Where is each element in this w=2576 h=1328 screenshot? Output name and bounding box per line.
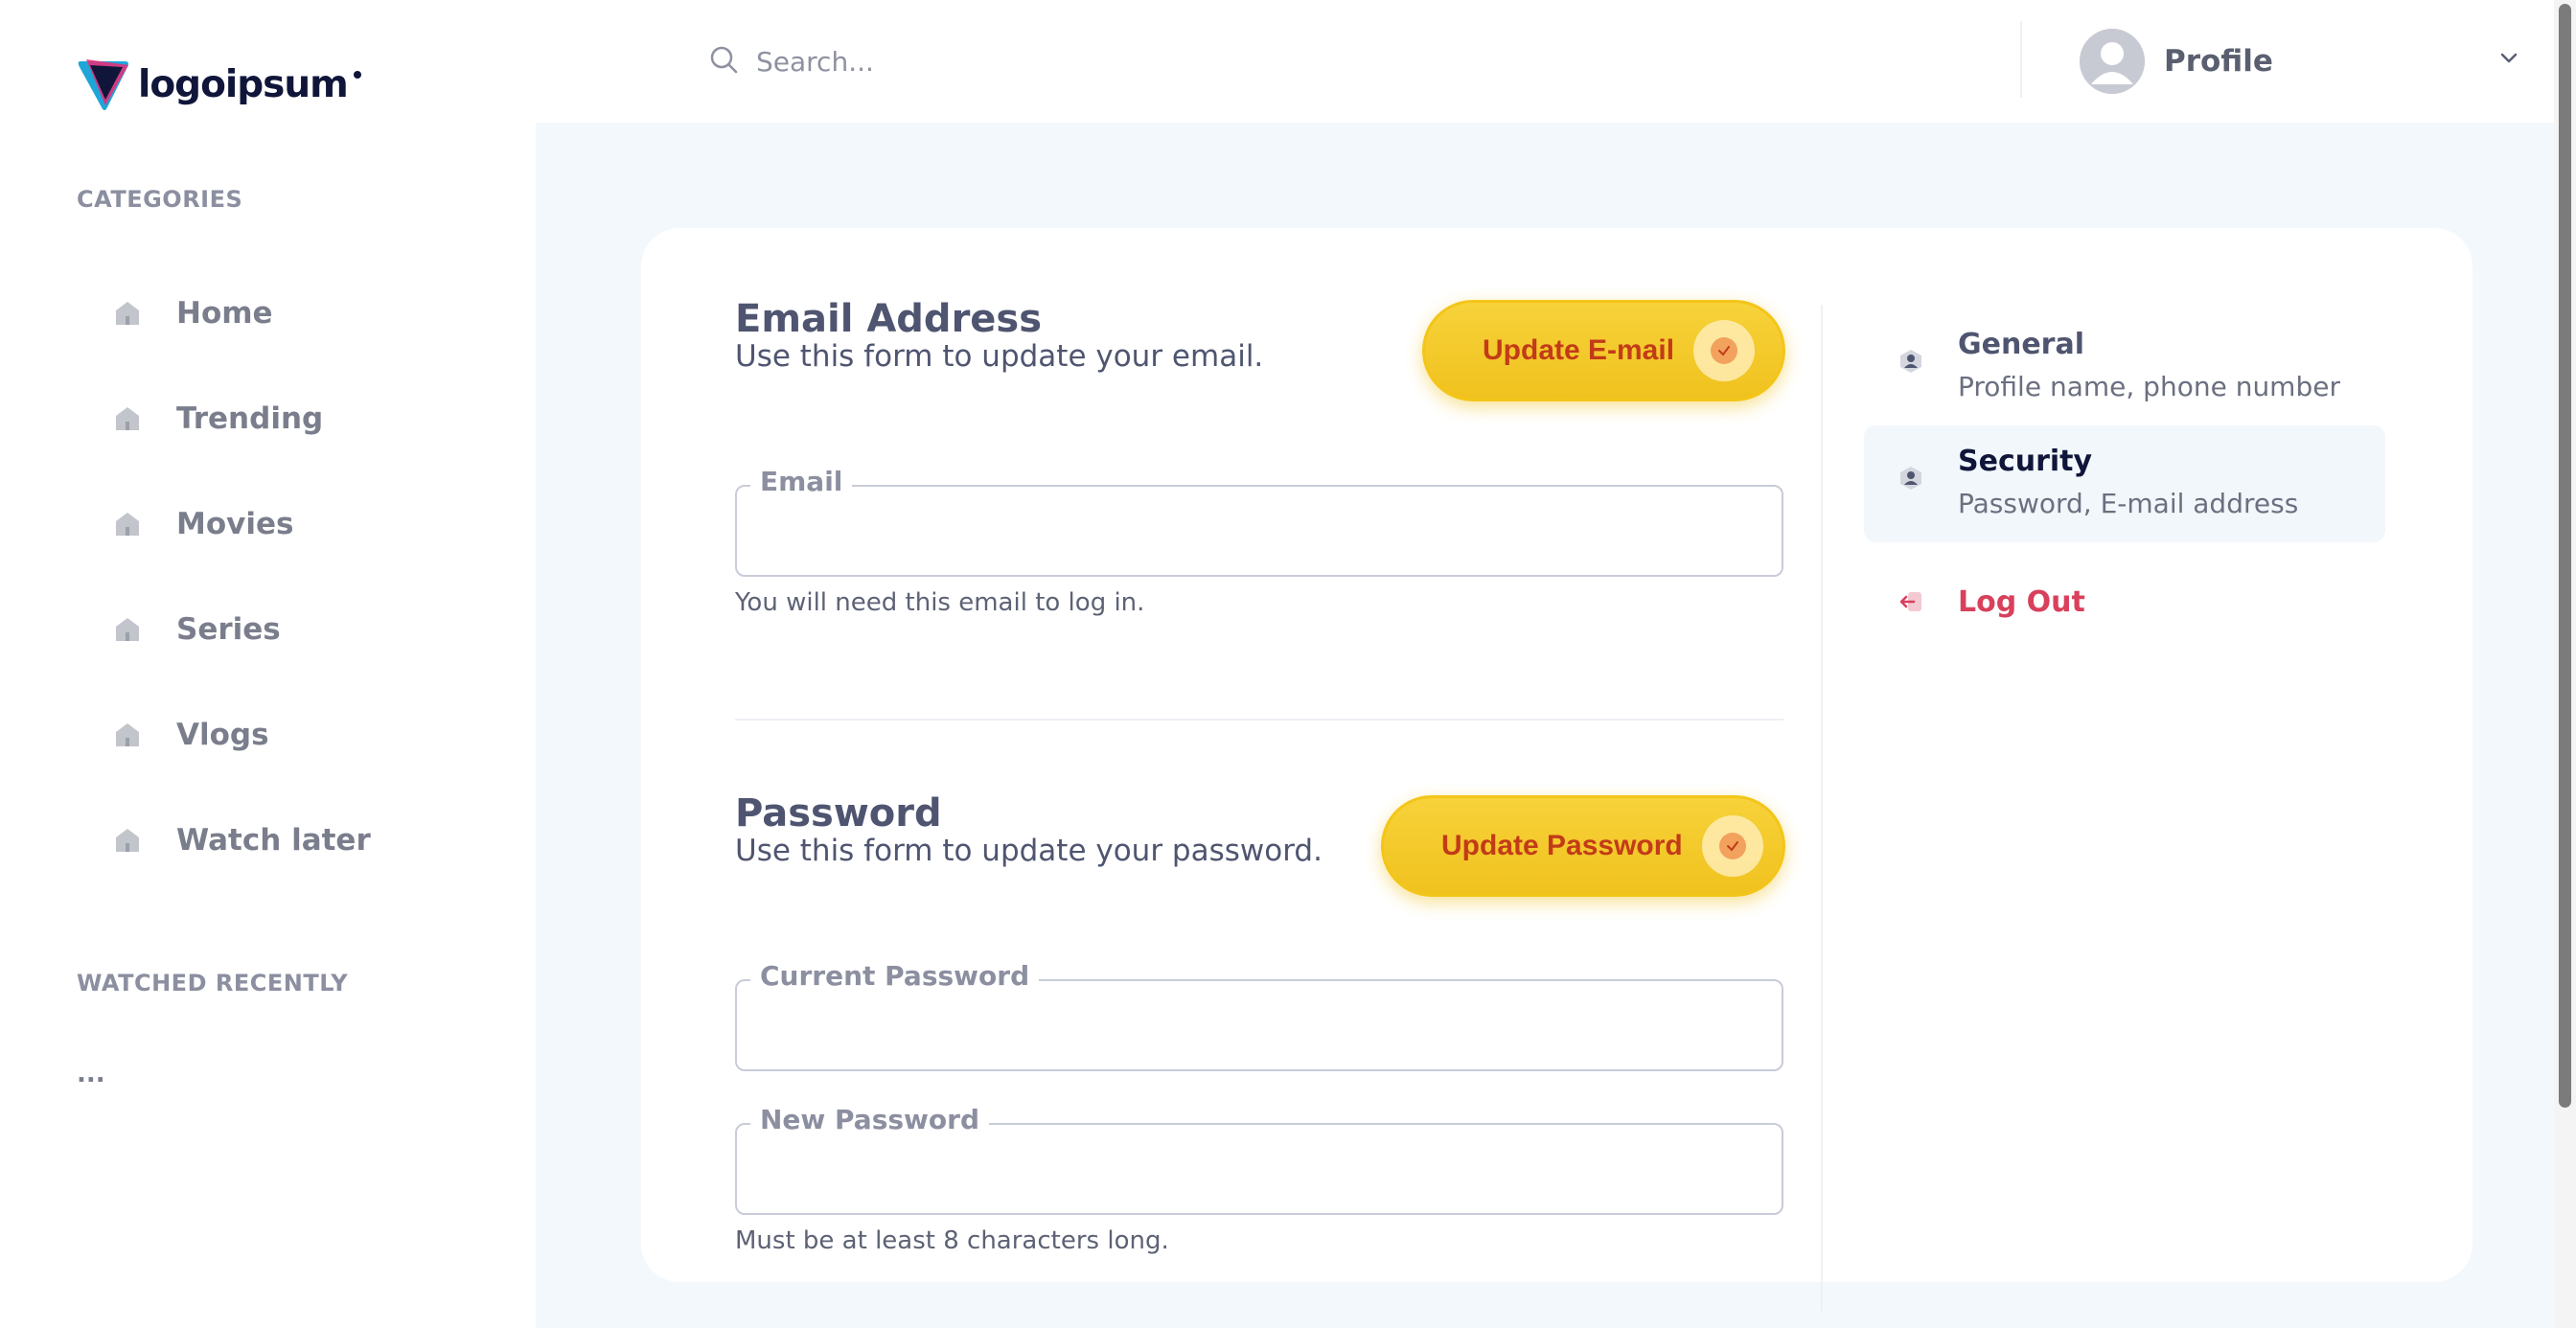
search-bar — [708, 36, 1571, 86]
chevron-down-icon[interactable] — [2497, 46, 2520, 73]
sidebar-item-label: Trending — [176, 401, 324, 436]
settings-nav-title: General — [1958, 328, 2084, 361]
page-scrollbar[interactable] — [2554, 0, 2576, 1328]
new-password-input[interactable] — [737, 1125, 1782, 1213]
categories-heading: CATEGORIES — [77, 186, 243, 213]
profile-menu[interactable]: Profile — [2080, 27, 2530, 96]
new-password-label: New Password — [750, 1104, 989, 1135]
section-divider — [735, 719, 1783, 721]
scrollbar-thumb[interactable] — [2559, 4, 2571, 1108]
sidebar-item-trending[interactable]: Trending — [113, 392, 323, 446]
home-icon — [113, 404, 142, 433]
email-field-label: Email — [750, 466, 853, 497]
brand-logo[interactable]: logoipsum — [77, 54, 361, 115]
user-icon — [2080, 29, 2145, 94]
sidebar-item-movies[interactable]: Movies — [113, 497, 293, 551]
watched-recently-more[interactable]: ... — [77, 1060, 105, 1088]
logo-mark-icon — [78, 59, 128, 110]
settings-nav-general[interactable]: General Profile name, phone number — [1864, 309, 2385, 414]
avatar — [2080, 29, 2145, 94]
update-email-label: Update E-mail — [1483, 334, 1675, 366]
sidebar-item-label: Vlogs — [176, 718, 269, 752]
sidebar-item-label: Watch later — [176, 823, 371, 858]
logout-icon — [1898, 589, 1923, 614]
current-password-field: Current Password — [735, 960, 1783, 1071]
home-icon — [113, 299, 142, 328]
settings-nav-general-text: General Profile name, phone number — [1958, 328, 2340, 402]
settings-nav-title: Security — [1958, 445, 2093, 478]
main-content: Email Address Use this form to update yo… — [536, 123, 2554, 1328]
logout-button[interactable]: Log Out — [1864, 563, 2385, 640]
update-password-button[interactable]: Update Password — [1381, 795, 1785, 897]
top-header: Profile — [536, 0, 2554, 123]
settings-nav-subtitle: Password, E-mail address — [1958, 488, 2299, 519]
logo-dot — [353, 71, 361, 79]
app-root: logoipsum CATEGORIES Home Trending Movie… — [0, 0, 2576, 1328]
password-section-title: Password — [735, 791, 942, 836]
email-field: Email — [735, 466, 1783, 577]
sidebar-item-label: Movies — [176, 507, 294, 541]
current-password-input[interactable] — [737, 981, 1782, 1069]
user-badge-icon — [1898, 349, 1923, 374]
sidebar-item-label: Home — [176, 296, 273, 331]
sidebar-item-watch-later[interactable]: Watch later — [113, 813, 371, 867]
settings-nav-subtitle: Profile name, phone number — [1958, 371, 2340, 402]
sidebar: logoipsum CATEGORIES Home Trending Movie… — [0, 0, 536, 1328]
email-hint: You will need this email to log in. — [735, 588, 1145, 617]
column-divider — [1821, 305, 1823, 1311]
logo-text: logoipsum — [138, 62, 349, 106]
check-icon — [1701, 815, 1763, 877]
email-section-subtitle: Use this form to update your email. — [735, 339, 1264, 374]
home-icon — [113, 826, 142, 855]
watched-recently-heading: WATCHED RECENTLY — [77, 970, 349, 996]
email-input[interactable] — [737, 487, 1782, 575]
new-password-field: New Password — [735, 1104, 1783, 1215]
sidebar-item-label: Series — [176, 612, 281, 647]
update-email-button[interactable]: Update E-mail — [1422, 300, 1785, 401]
home-icon — [113, 615, 142, 644]
password-section-subtitle: Use this form to update your password. — [735, 834, 1322, 868]
email-section-title: Email Address — [735, 297, 1043, 341]
settings-card: Email Address Use this form to update yo… — [641, 228, 2472, 1311]
home-icon — [113, 721, 142, 749]
current-password-label: Current Password — [750, 960, 1040, 992]
password-hint: Must be at least 8 characters long. — [735, 1226, 1169, 1255]
home-icon — [113, 510, 142, 538]
sidebar-item-vlogs[interactable]: Vlogs — [113, 708, 269, 762]
update-password-label: Update Password — [1441, 830, 1683, 861]
sidebar-item-series[interactable]: Series — [113, 603, 281, 656]
logout-label: Log Out — [1958, 584, 2085, 619]
profile-label: Profile — [2164, 44, 2273, 79]
header-divider — [2020, 21, 2022, 98]
settings-nav-security[interactable]: Security Password, E-mail address — [1864, 425, 2385, 542]
check-icon — [1693, 320, 1756, 381]
search-input[interactable] — [756, 45, 1504, 78]
sidebar-item-home[interactable]: Home — [113, 286, 273, 340]
settings-nav-security-text: Security Password, E-mail address — [1958, 445, 2298, 519]
search-icon — [708, 44, 739, 79]
user-badge-icon — [1898, 466, 1923, 491]
